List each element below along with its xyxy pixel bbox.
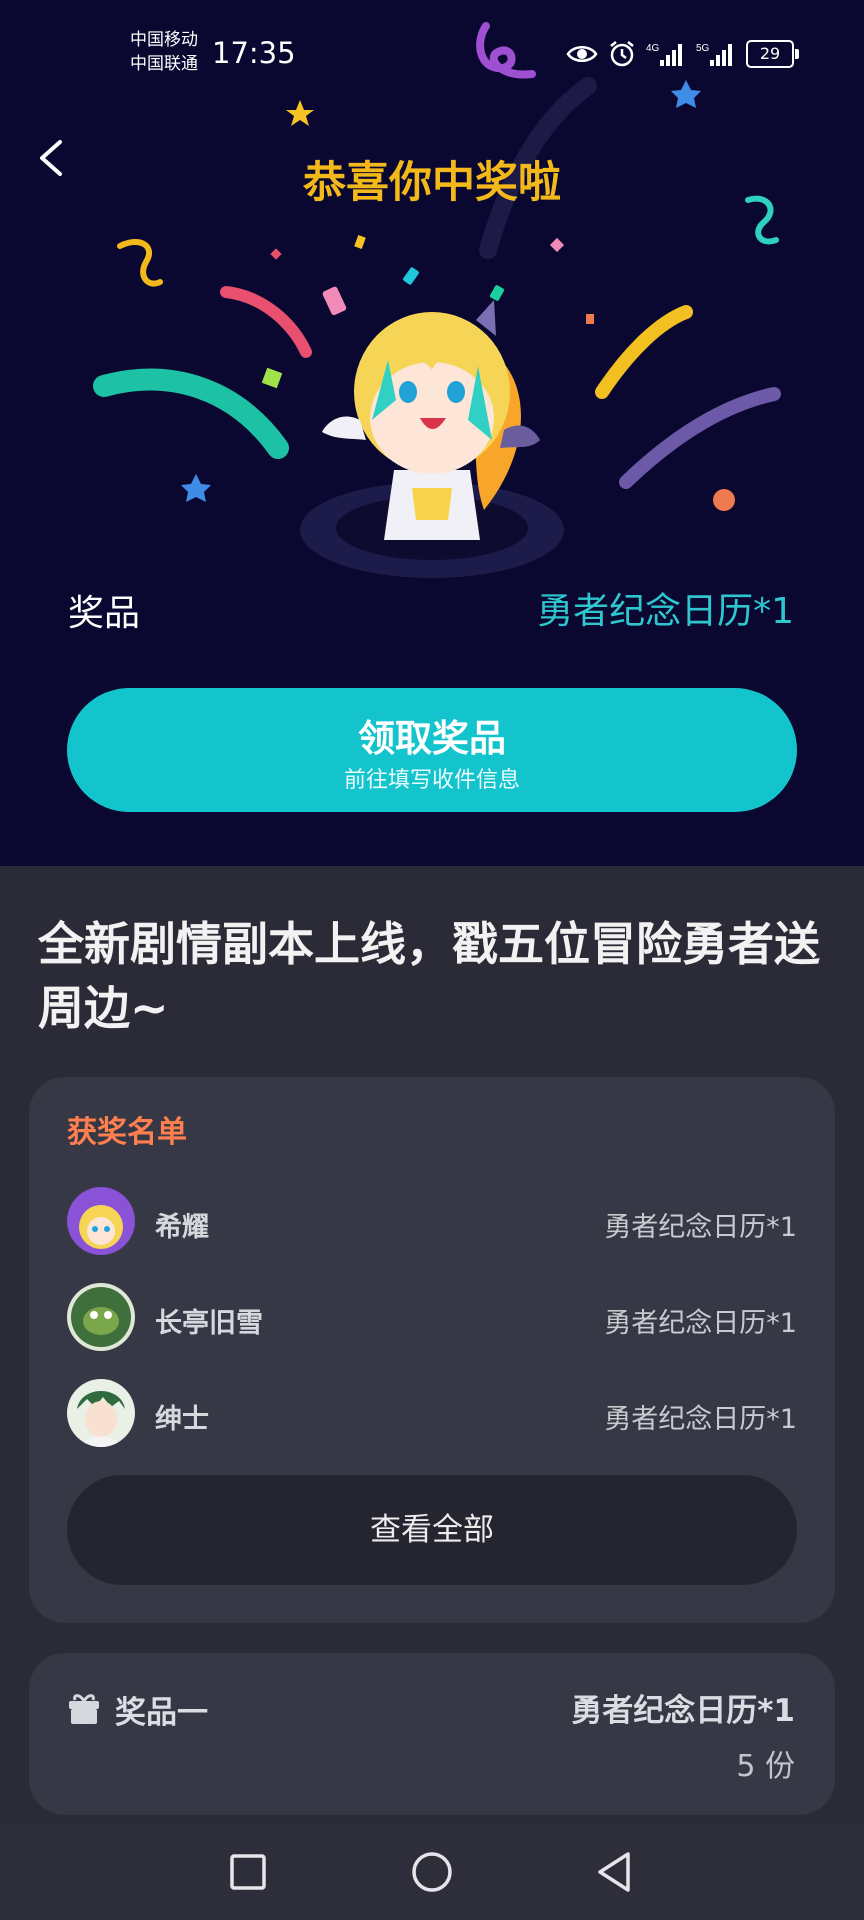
network-label-1: 4G	[646, 43, 660, 54]
winners-card: 获奖名单 希耀 勇者纪念日历*1 长亭旧雪 勇者纪念日历*1 绅士 勇者纪念日历…	[29, 1077, 835, 1623]
alarm-icon	[610, 41, 634, 67]
claim-button-label: 领取奖品	[358, 717, 506, 760]
triangle-back-icon	[598, 1852, 630, 1892]
winner-name: 长亭旧雪	[155, 1308, 263, 1339]
battery-icon: 29	[746, 40, 799, 68]
winner-prize: 勇者纪念日历*1	[604, 1404, 797, 1435]
home-button[interactable]	[408, 1848, 456, 1896]
eye-icon	[566, 46, 598, 62]
status-bar: 中国移动 中国联通 17:35 4G 5G 29	[0, 0, 864, 110]
status-time: 17:35	[212, 36, 296, 70]
avatar	[67, 1379, 135, 1447]
winner-name: 绅士	[155, 1404, 209, 1435]
view-all-button[interactable]: 查看全部	[67, 1475, 797, 1585]
recent-apps-button[interactable]	[224, 1848, 272, 1896]
prize-card-name: 勇者纪念日历*1	[571, 1693, 795, 1729]
square-icon	[230, 1854, 266, 1890]
winner-prize: 勇者纪念日历*1	[604, 1212, 797, 1243]
status-icons: 4G 5G 29	[566, 38, 799, 70]
prize-card-label: 奖品一	[115, 1695, 208, 1731]
signal-icon: 4G	[646, 43, 682, 66]
gift-icon	[69, 1694, 99, 1724]
claim-prize-button[interactable]: 领取奖品 前往填写收件信息	[67, 688, 797, 812]
winner-row[interactable]: 绅士 勇者纪念日历*1	[67, 1379, 797, 1449]
claim-button-sublabel: 前往填写收件信息	[343, 768, 520, 793]
signal-icon: 5G	[696, 43, 732, 66]
winner-row[interactable]: 长亭旧雪 勇者纪念日历*1	[67, 1283, 797, 1353]
system-navigation-bar	[0, 1824, 864, 1920]
page-title: 恭喜你中奖啦	[303, 158, 561, 208]
carrier-info: 中国移动 中国联通	[130, 28, 198, 76]
event-headline: 全新剧情副本上线，戳五位冒险勇者送周边~	[38, 917, 820, 1035]
winner-row[interactable]: 希耀 勇者纪念日历*1	[67, 1187, 797, 1257]
avatar	[67, 1283, 135, 1351]
prize-value: 勇者纪念日历*1	[537, 591, 794, 632]
prize-label: 奖品	[68, 593, 141, 634]
hero-section: 中国移动 中国联通 17:35 4G 5G 29 恭喜你中奖啦 奖品 勇者纪念日…	[0, 0, 864, 866]
winners-title: 获奖名单	[67, 1115, 187, 1150]
back-nav-button[interactable]	[590, 1848, 638, 1896]
network-label-2: 5G	[696, 43, 710, 54]
winner-prize: 勇者纪念日历*1	[604, 1308, 797, 1339]
prize-card-quantity: 5 份	[736, 1749, 795, 1784]
carrier-2: 中国联通	[130, 54, 198, 74]
circle-icon	[412, 1852, 452, 1892]
prize-info-card: 奖品一 勇者纪念日历*1 5 份	[29, 1653, 835, 1815]
winner-name: 希耀	[155, 1212, 209, 1243]
carrier-1: 中国移动	[130, 30, 198, 50]
avatar	[67, 1187, 135, 1255]
